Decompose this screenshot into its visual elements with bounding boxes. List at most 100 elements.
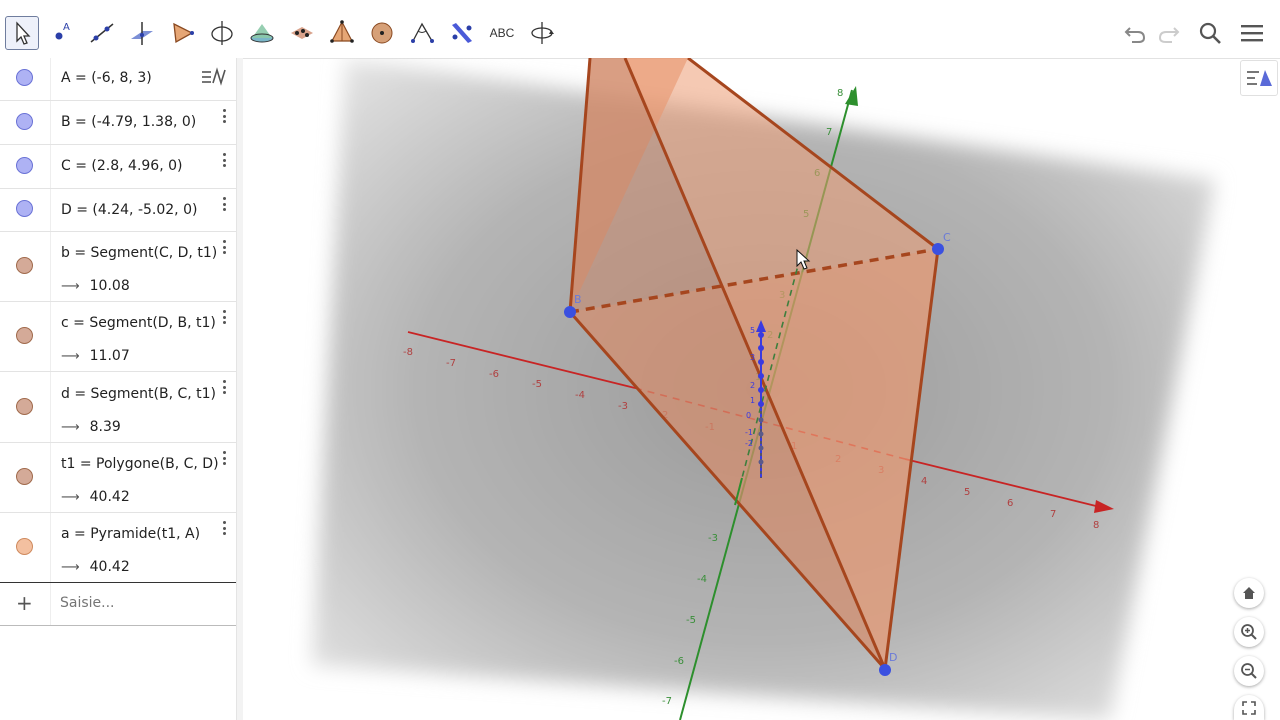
visibility-toggle[interactable]: [16, 257, 33, 274]
angle-tool-button[interactable]: [405, 16, 439, 50]
redo-icon: [1158, 27, 1180, 43]
reflect-tool-button[interactable]: [445, 16, 479, 50]
svg-text:-7: -7: [662, 696, 672, 707]
algebra-value: ⟶ 10.08: [61, 278, 130, 294]
visibility-toggle[interactable]: [16, 468, 33, 485]
text-tool-label: ABC: [489, 26, 515, 40]
svg-text:7: 7: [826, 127, 832, 138]
pyramid-tool-button[interactable]: [285, 16, 319, 50]
zoom-in-button[interactable]: [1234, 617, 1264, 647]
point-label-B: B: [574, 293, 582, 306]
algebra-expression: c = Segment(D, B, t1): [61, 315, 216, 331]
more-options-icon[interactable]: [223, 197, 227, 214]
panel-divider[interactable]: [236, 58, 243, 720]
algebra-row-t1[interactable]: t1 = Polygone(B, C, D) ⟶ 40.42: [0, 443, 236, 513]
algebra-row-D[interactable]: D = (4.24, -5.02, 0): [0, 189, 236, 232]
point-B: [564, 306, 576, 318]
plane-icon: [250, 24, 274, 43]
more-options-icon[interactable]: [223, 153, 227, 170]
algebra-input-field[interactable]: [58, 594, 232, 612]
algebra-row-C[interactable]: C = (2.8, 4.96, 0): [0, 145, 236, 189]
svg-text:4: 4: [921, 476, 927, 487]
algebra-row-a[interactable]: a = Pyramide(t1, A) ⟶ 40.42: [0, 513, 236, 582]
algebra-expression: a = Pyramide(t1, A): [61, 526, 201, 542]
rotate-view-tool-button[interactable]: [525, 16, 559, 50]
menu-icon: [1241, 25, 1263, 42]
svg-text:-4: -4: [697, 574, 707, 585]
svg-text:-5: -5: [532, 379, 542, 390]
visibility-toggle[interactable]: [16, 157, 33, 174]
line-icon: [90, 23, 114, 43]
svg-text:A: A: [63, 22, 70, 33]
menu-button[interactable]: [1237, 18, 1267, 48]
home-button[interactable]: [1234, 578, 1264, 608]
algebra-row-b[interactable]: b = Segment(C, D, t1) ⟶ 10.08: [0, 232, 236, 302]
more-options-icon[interactable]: [223, 521, 227, 538]
plane-tool-button[interactable]: [245, 16, 279, 50]
svg-text:-6: -6: [674, 656, 684, 667]
zoom-out-button[interactable]: [1234, 656, 1264, 686]
visibility-toggle[interactable]: [16, 113, 33, 130]
fullscreen-button[interactable]: [1234, 695, 1264, 720]
algebra-expression: b = Segment(C, D, t1): [61, 245, 218, 261]
zoom-out-icon: [1241, 663, 1257, 679]
svg-text:3: 3: [750, 353, 755, 362]
point-label-C: C: [943, 231, 951, 244]
zoom-in-icon: [1241, 624, 1257, 640]
svg-text:5: 5: [750, 326, 755, 335]
angle-icon: [411, 22, 434, 43]
svg-text:7: 7: [1050, 509, 1056, 520]
move-tool-button[interactable]: [5, 16, 39, 50]
svg-text:-5: -5: [686, 615, 696, 626]
style-bar-toggle[interactable]: [1240, 60, 1278, 96]
search-icon: [1199, 22, 1221, 44]
algebra-row-d[interactable]: d = Segment(B, C, t1) ⟶ 8.39: [0, 372, 236, 443]
circle-axis-tool-button[interactable]: [205, 16, 239, 50]
svg-text:2: 2: [750, 381, 755, 390]
net-tool-button[interactable]: [325, 16, 359, 50]
algebra-expression: B = (-4.79, 1.38, 0): [61, 114, 197, 130]
net-icon: [291, 27, 313, 39]
algebra-input-row[interactable]: +: [0, 582, 236, 626]
visibility-toggle[interactable]: [16, 200, 33, 217]
pyramid-icon: [330, 20, 354, 43]
visibility-toggle[interactable]: [16, 69, 33, 86]
svg-text:-4: -4: [575, 390, 585, 401]
algebra-expression: d = Segment(B, C, t1): [61, 386, 217, 402]
more-options-icon[interactable]: [223, 451, 227, 468]
more-options-icon[interactable]: [223, 310, 227, 327]
scene-3d: -8 -7 -6 -5 -4 -3 2 -1 1 2 3 4 5 6 7 8 8…: [312, 58, 1215, 720]
visibility-toggle[interactable]: [16, 327, 33, 344]
svg-text:-6: -6: [489, 369, 499, 380]
point-D: [879, 664, 891, 676]
point-tool-button[interactable]: A: [45, 16, 79, 50]
more-options-icon[interactable]: [223, 240, 227, 257]
home-icon: [1243, 587, 1255, 599]
visibility-toggle[interactable]: [16, 538, 33, 555]
algebra-description-toggle[interactable]: [196, 62, 232, 92]
more-options-icon[interactable]: [223, 109, 227, 126]
algebra-value: ⟶ 11.07: [61, 348, 130, 364]
text-tool-button[interactable]: ABC: [485, 16, 519, 50]
polygon-tool-button[interactable]: [165, 16, 199, 50]
visibility-toggle[interactable]: [16, 398, 33, 415]
svg-text:8: 8: [837, 88, 843, 99]
algebra-row-B[interactable]: B = (-4.79, 1.38, 0): [0, 101, 236, 145]
svg-text:-3: -3: [708, 533, 718, 544]
perpendicular-line-tool-button[interactable]: [125, 16, 159, 50]
search-button[interactable]: [1195, 18, 1225, 48]
toolbar: A ABC: [0, 0, 1280, 59]
redo-button[interactable]: [1154, 18, 1184, 48]
line-tool-button[interactable]: [85, 16, 119, 50]
svg-text:1: 1: [750, 396, 755, 405]
more-options-icon[interactable]: [223, 380, 227, 397]
svg-text:-8: -8: [403, 347, 413, 358]
undo-button[interactable]: [1120, 18, 1150, 48]
algebra-row-c[interactable]: c = Segment(D, B, t1) ⟶ 11.07: [0, 302, 236, 372]
sphere-tool-button[interactable]: [365, 16, 399, 50]
algebra-value: ⟶ 8.39: [61, 419, 121, 435]
graphics-3d-view[interactable]: -8 -7 -6 -5 -4 -3 2 -1 1 2 3 4 5 6 7 8 8…: [243, 58, 1280, 720]
point-C: [932, 243, 944, 255]
add-icon[interactable]: +: [16, 591, 33, 615]
algebra-description-icon: [202, 67, 226, 86]
